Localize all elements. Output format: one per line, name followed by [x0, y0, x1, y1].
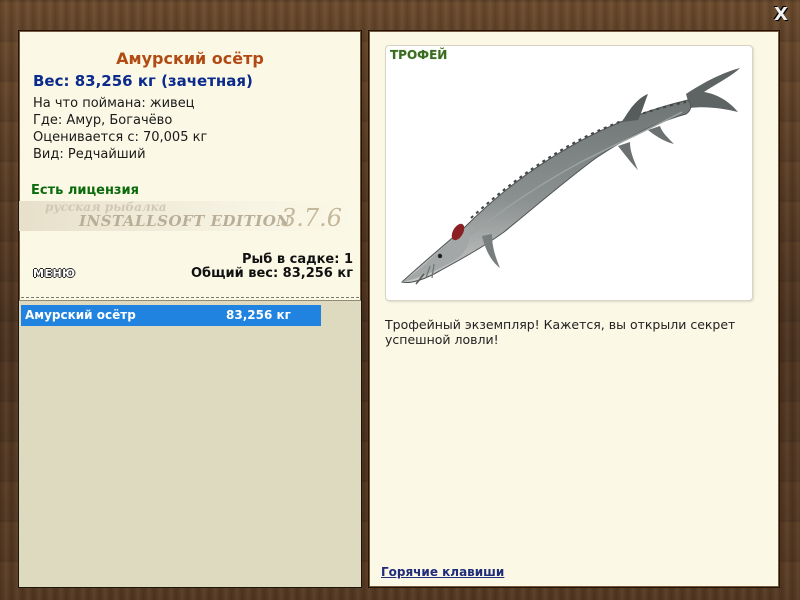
fish-image-frame: ТРОФЕЙ	[385, 45, 753, 301]
sturgeon-image	[400, 68, 740, 285]
logo-edition: INSTALLSOFT EDITION	[79, 212, 291, 230]
fish-list: Амурский осётр 83,256 кг	[19, 300, 361, 587]
close-button[interactable]: X	[770, 4, 792, 26]
keepnet-total-weight: Общий вес: 83,256 кг	[190, 266, 353, 281]
catch-info-panel: Амурский осётр Вес: 83,256 кг (зачетная)…	[18, 30, 362, 588]
list-item-weight: 83,256 кг	[226, 308, 291, 322]
hotkeys-link[interactable]: Горячие клавиши	[381, 565, 504, 579]
logo-version: 3.7.6	[281, 204, 343, 232]
list-item-name: Амурский осётр	[25, 308, 136, 322]
trophy-description: Трофейный экземпляр! Кажется, вы открыли…	[385, 317, 736, 347]
keepnet-count: Рыб в садке: 1	[241, 252, 353, 267]
list-item[interactable]: Амурский осётр 83,256 кг	[21, 305, 321, 326]
divider	[21, 297, 359, 299]
rarity-info: Вид: Редчайший	[33, 147, 146, 162]
fish-title: Амурский осётр	[116, 49, 264, 68]
fish-weight: Вес: 83,256 кг (зачетная)	[33, 72, 253, 90]
location-info: Где: Амур, Богачёво	[33, 113, 173, 128]
trophy-panel: ТРОФЕЙ Трофейный экземпляр! Кажется, вы …	[368, 30, 780, 588]
trophy-label: ТРОФЕЙ	[390, 48, 448, 62]
bait-info: На что поймана: живец	[33, 96, 195, 111]
menu-button[interactable]: МЕНЮ	[33, 267, 76, 280]
license-status: Есть лицензия	[31, 183, 139, 198]
scored-from-info: Оценивается с: 70,005 кг	[33, 130, 208, 145]
